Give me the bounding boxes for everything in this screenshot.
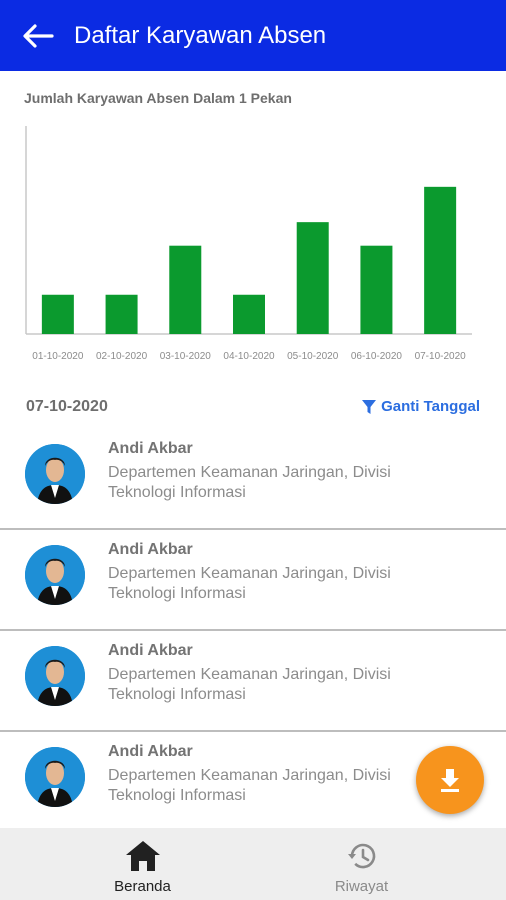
nav-item-riwayat[interactable]: Riwayat [235, 828, 488, 900]
chart-bar [105, 294, 138, 334]
avatar [25, 545, 85, 605]
employee-name: Andi Akbar [108, 743, 193, 760]
list-item[interactable]: Andi Akbar Departemen Keamanan Jaringan,… [0, 530, 506, 631]
bottom-navigation: Beranda Riwayat [0, 828, 506, 900]
chart-x-tick-label: 03-10-2020 [160, 351, 212, 362]
selected-date: 07-10-2020 [26, 398, 108, 415]
chart-x-tick-label: 05-10-2020 [287, 351, 339, 362]
employee-department: Departemen Keamanan Jaringan, Divisi Tek… [108, 565, 391, 602]
employee-department: Departemen Keamanan Jaringan, Divisi Tek… [108, 767, 391, 804]
employee-name: Andi Akbar [108, 541, 193, 558]
chart-bar [233, 294, 265, 334]
chart-x-tick-label: 07-10-2020 [415, 351, 467, 362]
chart-x-tick-label: 04-10-2020 [223, 351, 275, 362]
chart-x-tick-label: 01-10-2020 [32, 351, 84, 362]
chart-bar [169, 245, 202, 334]
download-icon [441, 769, 459, 792]
person-photo-icon [25, 747, 85, 807]
chart-bar [296, 222, 329, 334]
list-item[interactable]: Andi Akbar Departemen Keamanan Jaringan,… [0, 631, 506, 732]
nav-label-riwayat: Riwayat [334, 878, 389, 895]
change-date-button[interactable]: Ganti Tanggal [361, 398, 480, 415]
person-photo-icon [25, 444, 85, 504]
employee-name: Andi Akbar [108, 440, 193, 457]
home-icon [125, 841, 160, 871]
avatar [25, 646, 85, 706]
absence-bar-chart: 01-10-2020 02-10-2020 03-10-2020 04-10-2020… [25, 126, 472, 362]
employee-department: Departemen Keamanan Jaringan, Divisi Tek… [108, 666, 391, 703]
avatar [25, 444, 85, 504]
nav-item-beranda[interactable]: Beranda [16, 828, 269, 900]
person-photo-icon [25, 646, 85, 706]
chart-x-tick-label: 06-10-2020 [351, 351, 403, 362]
avatar [25, 747, 85, 807]
chart-bar [360, 245, 393, 334]
chart-x-tick-label: 02-10-2020 [96, 351, 148, 362]
employee-department: Departemen Keamanan Jaringan, Divisi Tek… [108, 464, 391, 501]
nav-label-beranda: Beranda [114, 878, 171, 895]
filter-icon [362, 399, 377, 414]
person-photo-icon [25, 545, 85, 605]
employee-name: Andi Akbar [108, 642, 193, 659]
history-icon [347, 843, 375, 869]
download-button[interactable] [416, 746, 484, 814]
chart-bar [424, 186, 457, 334]
list-item[interactable]: Andi Akbar Departemen Keamanan Jaringan,… [0, 429, 506, 530]
change-date-label: Ganti Tanggal [381, 398, 480, 415]
chart-bar [41, 294, 74, 334]
